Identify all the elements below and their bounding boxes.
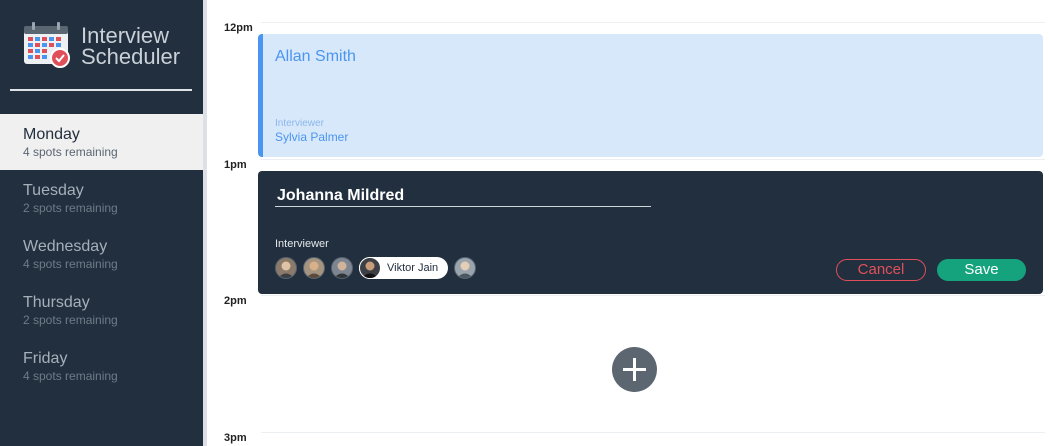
- sidebar: Interview Scheduler Monday 4 spots remai…: [0, 0, 203, 446]
- interviewer-avatar[interactable]: [454, 257, 477, 279]
- day-name: Thursday: [23, 294, 90, 311]
- app-title: Interview Scheduler: [81, 23, 181, 69]
- sidebar-divider: [10, 89, 192, 91]
- interviewer-label: Interviewer: [275, 238, 329, 250]
- calendar-check-icon: [24, 22, 70, 68]
- hour-divider: [261, 22, 1045, 23]
- hour-divider: [261, 295, 1045, 296]
- interviewer-avatar[interactable]: [331, 257, 353, 279]
- hour-label: 1pm: [224, 159, 247, 171]
- day-item-friday[interactable]: Friday 4 spots remaining: [0, 338, 203, 394]
- hour-label: 12pm: [224, 22, 253, 34]
- interviewer-selected[interactable]: Viktor Jain: [359, 257, 449, 279]
- person-icon: [362, 261, 378, 278]
- interviewer-avatar[interactable]: [303, 257, 325, 279]
- interviewer-selected-name: Viktor Jain: [387, 262, 439, 274]
- person-icon: [334, 261, 350, 278]
- hour-divider: [261, 159, 1045, 160]
- interviewer-list: Viktor Jain: [275, 256, 482, 280]
- person-icon: [306, 261, 322, 278]
- brand: Interview Scheduler: [23, 22, 193, 72]
- day-name: Monday: [23, 126, 80, 143]
- day-spots: 4 spots remaining: [23, 257, 118, 271]
- hour-label: 2pm: [224, 295, 247, 307]
- hour-divider: [261, 432, 1045, 433]
- day-item-monday[interactable]: Monday 4 spots remaining: [0, 114, 203, 170]
- day-name: Wednesday: [23, 238, 108, 255]
- save-button[interactable]: Save: [937, 259, 1026, 281]
- day-item-wednesday[interactable]: Wednesday 4 spots remaining: [0, 226, 203, 282]
- day-spots: 4 spots remaining: [23, 369, 118, 383]
- day-item-tuesday[interactable]: Tuesday 2 spots remaining: [0, 170, 203, 226]
- day-name: Tuesday: [23, 182, 84, 199]
- day-spots: 2 spots remaining: [23, 313, 118, 327]
- appointment-interviewer: Sylvia Palmer: [275, 130, 349, 144]
- day-list: Monday 4 spots remaining Tuesday 2 spots…: [0, 114, 203, 394]
- day-name: Friday: [23, 350, 68, 367]
- hour-label: 3pm: [224, 432, 247, 444]
- day-item-thursday[interactable]: Thursday 2 spots remaining: [0, 282, 203, 338]
- interviewer-avatar[interactable]: [275, 257, 297, 279]
- schedule: 12pm 1pm 2pm 3pm Allan Smith Interviewer…: [203, 0, 1049, 446]
- appointment-student: Allan Smith: [275, 48, 356, 65]
- day-spots: 2 spots remaining: [23, 201, 118, 215]
- appointment-form: Interviewer Viktor Jain Cancel Save: [258, 171, 1043, 294]
- appointment-interviewer-label: Interviewer: [275, 118, 324, 129]
- day-spots: 4 spots remaining: [23, 145, 118, 159]
- person-icon: [278, 261, 294, 278]
- appointment-card[interactable]: Allan Smith Interviewer Sylvia Palmer: [258, 34, 1043, 157]
- interviewer-avatar: [359, 257, 381, 279]
- add-appointment-button[interactable]: [612, 347, 657, 392]
- person-icon: [457, 261, 474, 278]
- cancel-button[interactable]: Cancel: [836, 259, 926, 281]
- student-name-input[interactable]: [275, 185, 651, 207]
